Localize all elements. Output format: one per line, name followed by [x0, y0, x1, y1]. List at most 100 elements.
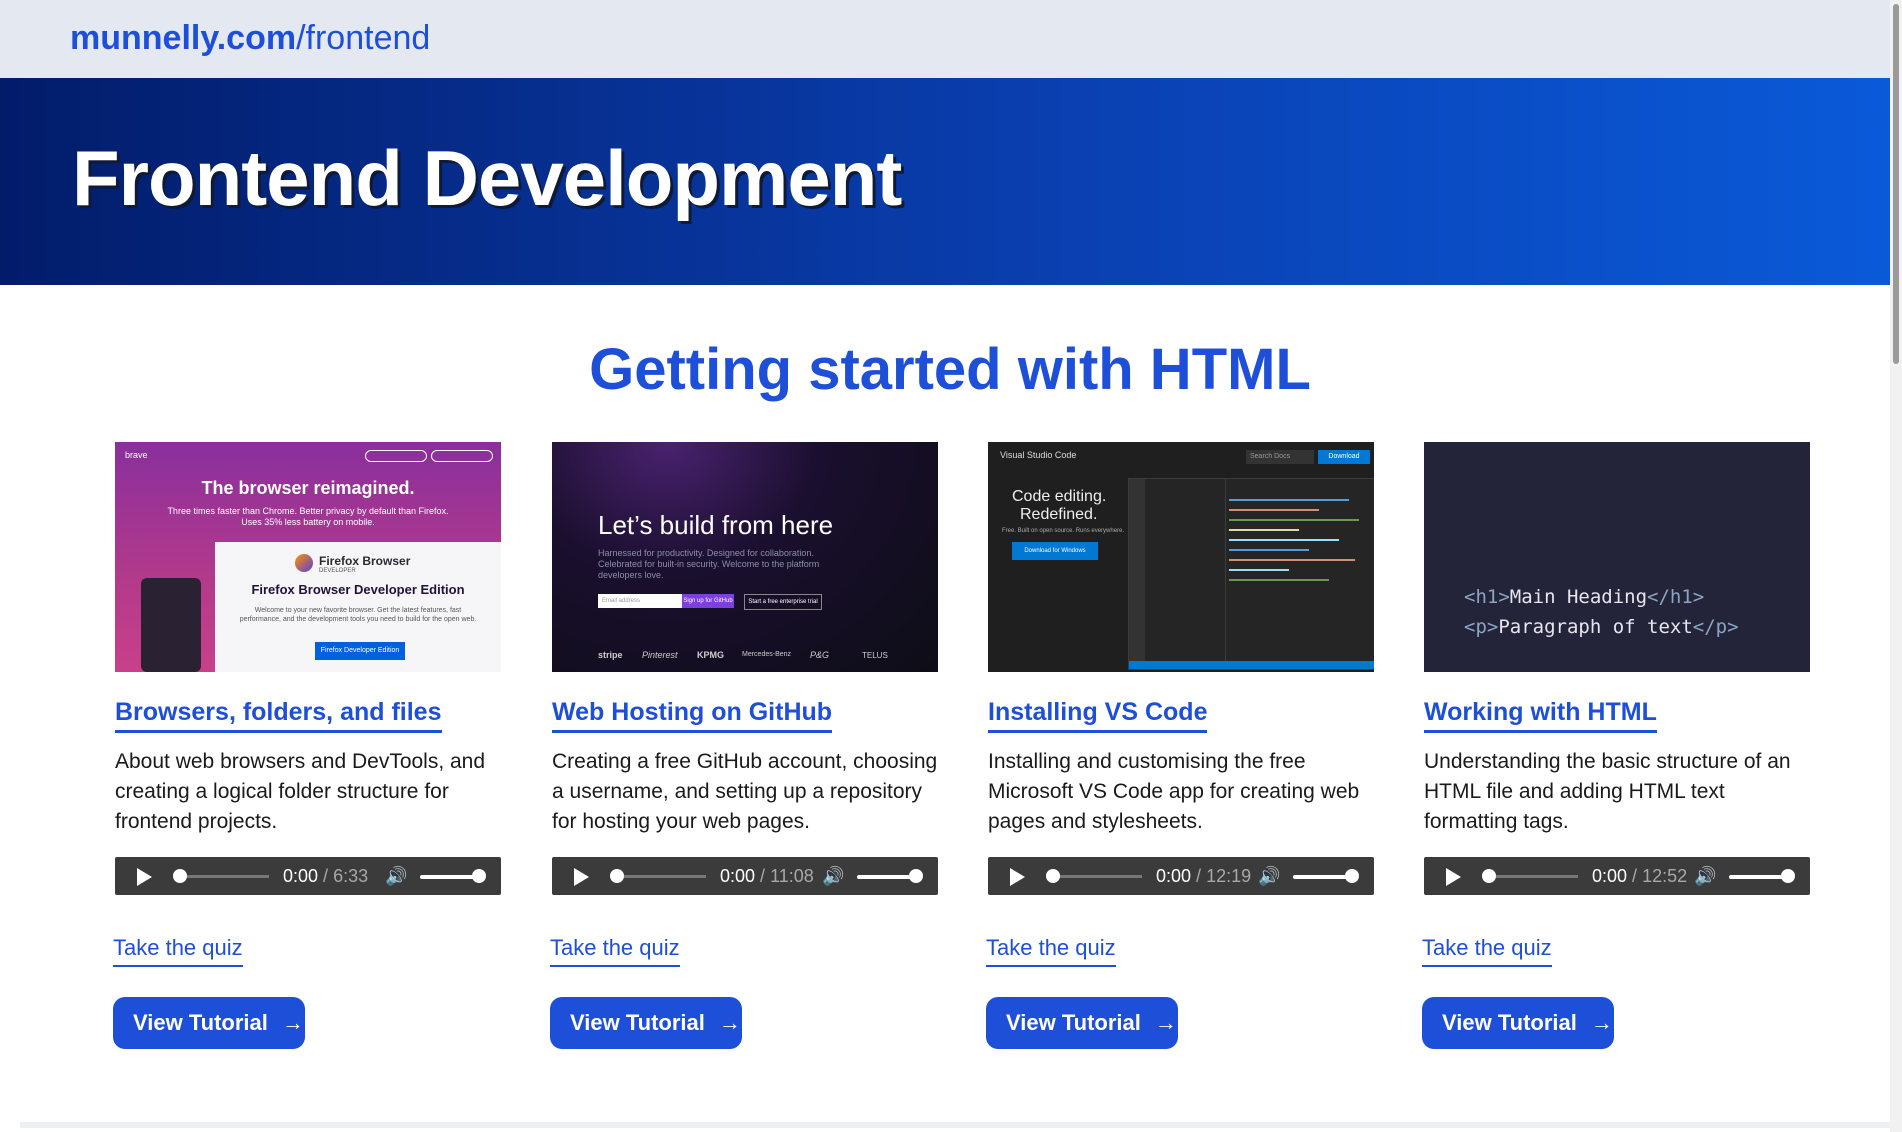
- take-quiz-link[interactable]: Take the quiz: [1422, 933, 1552, 967]
- thumbnail-html[interactable]: <h1>Main Heading</h1> <p>Paragraph of te…: [1424, 442, 1810, 672]
- volume-slider[interactable]: [1729, 875, 1787, 879]
- thumb-panel-logo-sub: DEVELOPER: [319, 568, 356, 574]
- thumb-headline: Let’s build from here: [598, 510, 834, 540]
- tutorial-title-link[interactable]: Browsers, folders, and files: [115, 696, 442, 733]
- code-line: <p>Paragraph of text</p>: [1464, 612, 1739, 642]
- thumb-headline: The browser reimagined.: [201, 478, 415, 498]
- thumb-panel-logo: Firefox Browser: [319, 554, 411, 568]
- view-tutorial-label: View Tutorial: [1442, 1010, 1577, 1035]
- thumb-panel-button: Firefox Developer Edition: [315, 642, 405, 660]
- audio-progress-track[interactable]: [1052, 875, 1142, 878]
- view-tutorial-label: View Tutorial: [1006, 1010, 1141, 1035]
- tutorial-description: Creating a free GitHub account, choosing…: [552, 750, 938, 833]
- thumb-logo: TELUS: [862, 651, 888, 660]
- volume-handle[interactable]: [472, 869, 486, 883]
- volume-handle[interactable]: [909, 869, 923, 883]
- vertical-scrollbar[interactable]: [1890, 0, 1902, 1132]
- page-title: Frontend Development: [72, 134, 902, 222]
- thumb-code-line: [1229, 559, 1355, 561]
- scrollbar-thumb[interactable]: [1893, 4, 1899, 364]
- volume-icon[interactable]: 🔊: [385, 866, 407, 887]
- view-tutorial-button[interactable]: View Tutorial →: [1422, 997, 1614, 1049]
- thumb-code-line: [1229, 569, 1289, 571]
- thumb-phone: [141, 578, 201, 672]
- volume-handle[interactable]: [1781, 869, 1795, 883]
- code-tag: <h1>: [1464, 586, 1510, 608]
- audio-progress-track[interactable]: [1488, 875, 1578, 878]
- tutorial-title-link[interactable]: Web Hosting on GitHub: [552, 696, 833, 733]
- thumb-sub: Three times faster than Chrome. Better p…: [167, 506, 449, 527]
- play-icon[interactable]: [1010, 868, 1025, 886]
- thumb-download-btn: Download: [1318, 450, 1370, 464]
- play-icon[interactable]: [1446, 868, 1461, 886]
- thumbnail-github[interactable]: Let’s build from here Harnessed for prod…: [552, 442, 938, 672]
- thumbnail-vscode[interactable]: Visual Studio Code Search Docs Download …: [988, 442, 1374, 672]
- audio-current-time: 0:00: [1592, 866, 1628, 886]
- page-divider: [20, 1122, 1890, 1128]
- thumb-trial: Start a free enterprise trial: [744, 594, 822, 610]
- view-tutorial-label: View Tutorial: [570, 1010, 705, 1035]
- site-path: /frontend: [296, 19, 431, 57]
- code-tag: </h1>: [1647, 586, 1705, 608]
- volume-slider[interactable]: [857, 875, 915, 879]
- audio-progress-handle[interactable]: [173, 869, 187, 883]
- tutorial-title-link[interactable]: Installing VS Code: [988, 696, 1208, 733]
- view-tutorial-button[interactable]: View Tutorial →: [550, 997, 742, 1049]
- audio-progress-handle[interactable]: [1046, 869, 1060, 883]
- thumb-logo: stripe: [598, 650, 623, 660]
- view-tutorial-button[interactable]: View Tutorial →: [113, 997, 305, 1049]
- site-home-link[interactable]: munnelly.com/frontend: [70, 16, 430, 60]
- audio-player: 0:00 / 12:19 🔊: [988, 857, 1374, 895]
- thumb-email-input: Email address: [598, 594, 682, 608]
- thumb-code-line: [1229, 549, 1309, 551]
- audio-current-time: 0:00: [720, 866, 756, 886]
- thumb-panel: Firefox Browser DEVELOPER Firefox Browse…: [215, 542, 501, 672]
- audio-progress-handle[interactable]: [610, 869, 624, 883]
- tutorial-description: Installing and customising the free Micr…: [988, 750, 1360, 833]
- take-quiz-link[interactable]: Take the quiz: [113, 933, 243, 967]
- view-tutorial-button[interactable]: View Tutorial →: [986, 997, 1178, 1049]
- audio-player: 0:00 / 12:52 🔊: [1424, 857, 1810, 895]
- arrow-right-icon: →: [1154, 1010, 1177, 1035]
- volume-slider[interactable]: [420, 875, 478, 879]
- thumb-download: Download for Windows: [1012, 542, 1098, 560]
- audio-progress-handle[interactable]: [1482, 869, 1496, 883]
- thumb-code-line: [1229, 509, 1319, 511]
- thumb-pill: [431, 450, 493, 462]
- volume-icon[interactable]: 🔊: [822, 866, 844, 887]
- thumb-code-line: [1229, 519, 1359, 521]
- thumb-pill: [365, 450, 427, 462]
- tutorial-card: Let’s build from here Harnessed for prod…: [550, 442, 938, 1049]
- audio-progress-track[interactable]: [616, 875, 706, 878]
- take-quiz-link[interactable]: Take the quiz: [550, 933, 680, 967]
- volume-icon[interactable]: 🔊: [1258, 866, 1280, 887]
- tutorial-title-link[interactable]: Working with HTML: [1424, 696, 1657, 733]
- arrow-right-icon: →: [1590, 1010, 1613, 1035]
- thumb-sub: Free. Built on open source. Runs everywh…: [1002, 528, 1125, 534]
- thumb-code: <h1>Main Heading</h1> <p>Paragraph of te…: [1464, 582, 1739, 642]
- thumb-editor: [1128, 478, 1374, 670]
- play-icon[interactable]: [574, 868, 589, 886]
- volume-handle[interactable]: [1345, 869, 1359, 883]
- thumb-signup: Sign up for GitHub: [682, 594, 734, 608]
- thumbnail-browsers[interactable]: brave The browser reimagined. Three time…: [115, 442, 501, 672]
- thumb-status-bar: [1129, 661, 1374, 669]
- volume-icon[interactable]: 🔊: [1694, 866, 1716, 887]
- thumb-logo: KPMG: [697, 650, 724, 660]
- audio-time: 0:00 / 11:08: [720, 866, 814, 886]
- thumb-logo: Mercedes-Benz: [742, 651, 792, 658]
- tutorial-description: Understanding the basic structure of an …: [1424, 750, 1791, 833]
- audio-time: 0:00 / 12:19: [1156, 866, 1252, 886]
- take-quiz-link[interactable]: Take the quiz: [986, 933, 1116, 967]
- thumb-panel-title: Firefox Browser Developer Edition: [251, 582, 465, 597]
- thumb-sidebar: [1145, 479, 1226, 669]
- thumb-logo: Pinterest: [642, 650, 678, 660]
- thumb-search: Search Docs: [1246, 450, 1314, 464]
- audio-duration: 11:08: [770, 866, 814, 886]
- volume-slider[interactable]: [1293, 875, 1351, 879]
- firefox-logo-icon: [295, 554, 313, 572]
- thumb-code-line: [1229, 579, 1329, 581]
- audio-duration: 12:19: [1206, 866, 1252, 886]
- audio-progress-track[interactable]: [179, 875, 269, 878]
- play-icon[interactable]: [137, 868, 152, 886]
